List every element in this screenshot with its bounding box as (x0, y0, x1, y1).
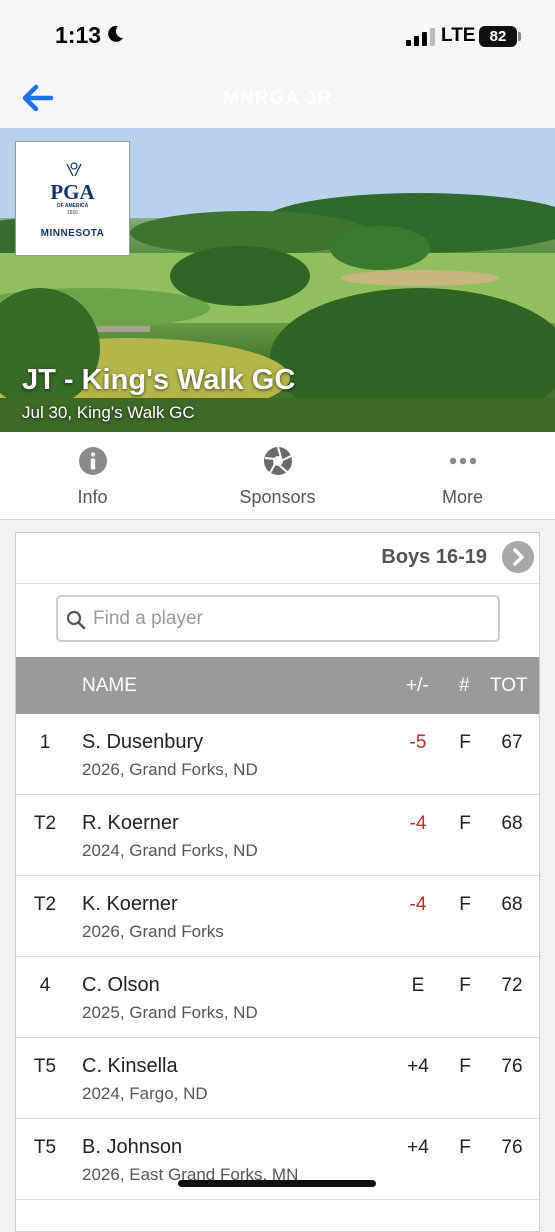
table-row[interactable]: T5 B. Johnson 2026, East Grand Forks, MN… (16, 1119, 539, 1200)
table-row[interactable]: 4 C. Olson 2025, Grand Forks, ND E F 72 (16, 957, 539, 1038)
logo-of-america: OF AMERICA (56, 203, 89, 209)
leaderboard-rows: 1 S. Dusenbury 2026, Grand Forks, ND -5 … (16, 714, 539, 1200)
table-row[interactable]: T2 R. Koerner 2024, Grand Forks, ND -4 F… (16, 795, 539, 876)
row-thru: F (459, 813, 471, 834)
event-hero-image: PGA OF AMERICA 1916 MINNESOTA JT - King'… (0, 128, 555, 432)
row-thru: F (459, 975, 471, 996)
nav-title: MNRGA JR (223, 88, 332, 109)
division-name: Boys 16-19 (381, 546, 487, 568)
row-player-name: R. Koerner (82, 812, 179, 834)
tab-sponsors[interactable]: Sponsors (185, 432, 370, 519)
chevron-right-icon[interactable] (502, 541, 534, 573)
signal-icon (406, 28, 435, 46)
row-player-info: 2024, Fargo, ND (82, 1084, 208, 1103)
row-thru: F (459, 894, 471, 915)
tab-more-label: More (441, 487, 483, 507)
col-thru: # (459, 675, 470, 696)
row-plus-minus: -5 (409, 732, 427, 753)
table-row[interactable]: T2 K. Koerner 2026, Grand Forks -4 F 68 (16, 876, 539, 957)
pga-minnesota-logo: PGA OF AMERICA 1916 MINNESOTA (15, 141, 130, 256)
row-position: T2 (33, 813, 57, 834)
info-icon (78, 447, 107, 475)
tab-bar: Info Sponsors More (0, 432, 555, 520)
row-total: 72 (501, 975, 523, 996)
player-search[interactable] (56, 595, 500, 642)
battery-icon: 82 (479, 26, 517, 47)
row-total: 68 (501, 894, 523, 915)
row-player-name: S. Dusenbury (82, 731, 204, 753)
row-plus-minus: +4 (407, 1056, 429, 1077)
row-total: 76 (501, 1137, 523, 1158)
row-total: 76 (501, 1056, 523, 1077)
logo-region: MINNESOTA (40, 228, 105, 239)
row-player-name: B. Johnson (82, 1136, 183, 1158)
division-selector[interactable]: Boys 16-19 (16, 533, 539, 584)
row-player-info: 2026, Grand Forks (82, 922, 224, 941)
tab-info-label: Info (77, 487, 108, 507)
table-header: NAME +/- # TOT (16, 657, 539, 714)
logo-pga-text: PGA (50, 180, 95, 204)
more-dots-icon (449, 457, 476, 465)
row-plus-minus: E (411, 975, 425, 996)
moon-icon (108, 25, 123, 42)
row-thru: F (459, 732, 471, 753)
row-thru: F (459, 1137, 471, 1158)
row-player-name: K. Koerner (82, 893, 178, 915)
status-bar: 1:13 LTE 82 (0, 0, 555, 70)
battery-level: 82 (489, 28, 507, 45)
status-time: 1:13 (55, 22, 102, 48)
tab-more[interactable]: More (370, 432, 555, 519)
col-total: TOT (490, 675, 528, 696)
row-player-name: C. Olson (82, 974, 160, 996)
search-input[interactable] (93, 606, 488, 632)
row-position: T5 (33, 1137, 57, 1158)
golf-clubs-emblem (66, 162, 82, 177)
row-player-name: C. Kinsella (82, 1055, 178, 1077)
row-position: 4 (39, 975, 51, 996)
leaderboard-card: Boys 16-19 NAME +/- # TOT 1 S. Dusenbury… (15, 532, 540, 1232)
row-plus-minus: -4 (409, 894, 427, 915)
event-title: JT - King's Walk GC (22, 364, 296, 396)
logo-year: 1916 (66, 210, 79, 216)
table-row[interactable]: T5 C. Kinsella 2024, Fargo, ND +4 F 76 (16, 1038, 539, 1119)
row-player-info: 2025, Grand Forks, ND (82, 1003, 258, 1022)
col-plus-minus: +/- (406, 675, 429, 696)
battery-tip (518, 32, 521, 41)
search-icon (66, 610, 86, 630)
col-name: NAME (82, 675, 137, 696)
row-plus-minus: -4 (409, 813, 427, 834)
event-subtitle: Jul 30, King's Walk GC (22, 403, 195, 422)
row-position: T2 (33, 894, 57, 915)
aperture-icon (263, 446, 292, 475)
table-row[interactable]: 1 S. Dusenbury 2026, Grand Forks, ND -5 … (16, 714, 539, 795)
row-player-info: 2026, Grand Forks, ND (82, 760, 258, 779)
tab-sponsors-label: Sponsors (239, 487, 316, 507)
row-position: T5 (33, 1056, 57, 1077)
network-label: LTE (441, 25, 476, 46)
row-total: 67 (501, 732, 523, 753)
row-position: 1 (39, 732, 51, 753)
row-total: 68 (501, 813, 523, 834)
nav-bar: MNRGA JR (0, 70, 555, 128)
row-plus-minus: +4 (407, 1137, 429, 1158)
row-thru: F (459, 1056, 471, 1077)
tab-info[interactable]: Info (0, 432, 185, 519)
home-indicator (178, 1180, 376, 1187)
row-player-info: 2024, Grand Forks, ND (82, 841, 258, 860)
